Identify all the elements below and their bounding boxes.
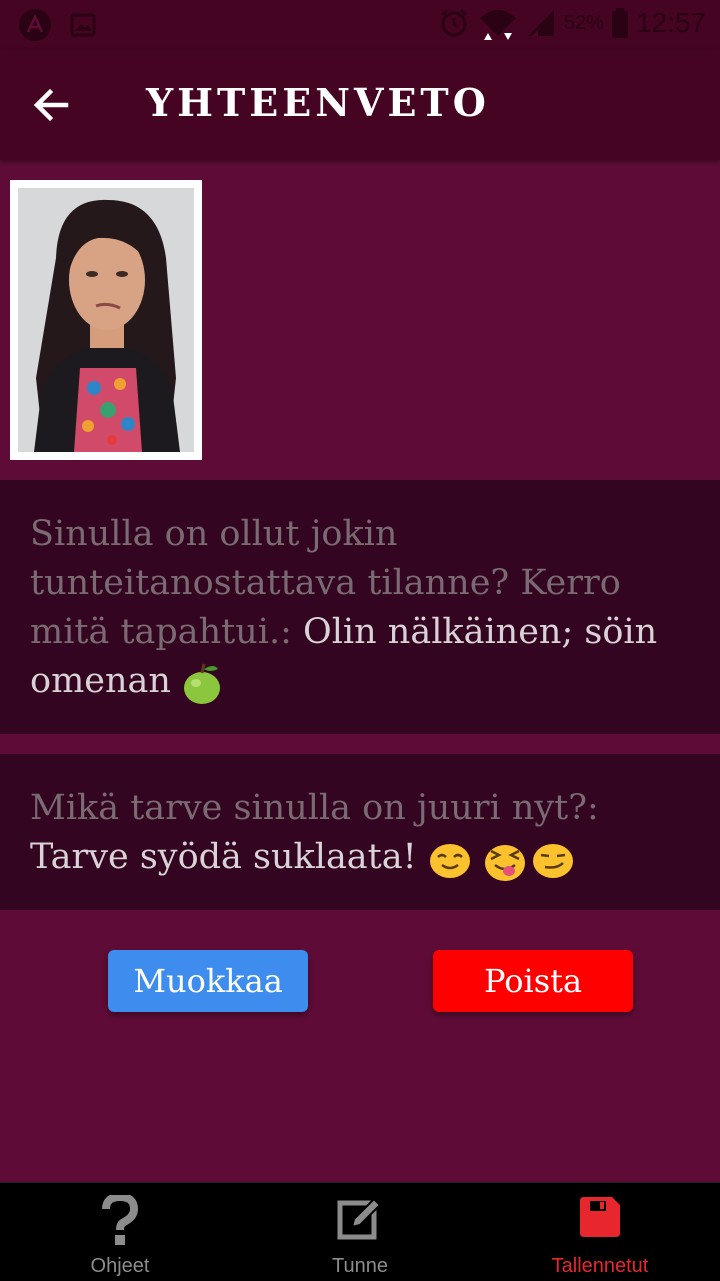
nav-item-ohjeet[interactable]: Ohjeet: [0, 1183, 240, 1281]
app-header: YHTEENVETO: [0, 50, 720, 160]
nav-item-tunne[interactable]: Tunne: [240, 1183, 480, 1281]
alarm-icon: [440, 8, 467, 37]
save-icon: [580, 1197, 620, 1237]
emotion-photo: [10, 180, 202, 460]
arrow-left-icon: [33, 88, 69, 122]
help-icon: [102, 1195, 139, 1245]
clock: 12:57: [635, 7, 706, 38]
battery-icon: [611, 8, 628, 38]
nav-item-tallennetut[interactable]: Tallennetut: [480, 1183, 720, 1281]
image-notification-icon: [70, 13, 96, 37]
answer-text: Tarve syödä suklaata!: [30, 837, 428, 877]
back-button[interactable]: [30, 83, 74, 127]
green-apple-icon: [184, 663, 221, 704]
edit-icon: [337, 1197, 382, 1240]
woman-face-image: [18, 188, 194, 452]
nav-label: Ohjeet: [90, 1255, 150, 1277]
app-notification-icon: [19, 9, 51, 41]
question-text: Mikä tarve sinulla on juuri nyt?:: [30, 788, 599, 828]
delete-button[interactable]: Poista: [433, 950, 633, 1012]
nav-label: Tallennetut: [551, 1255, 649, 1277]
smirking-face-icon: [532, 843, 573, 878]
smiling-face-icon: [429, 843, 470, 878]
nav-label: Tunne: [332, 1255, 388, 1277]
signal-icon: [527, 10, 554, 36]
edit-button[interactable]: Muokkaa: [108, 950, 308, 1012]
tongue-out-face-icon: [484, 844, 525, 881]
battery-percent: 52%: [563, 11, 604, 34]
bottom-navigation: Ohjeet Tunne Tallennetut: [0, 1182, 720, 1281]
summary-card-need: Mikä tarve sinulla on juuri nyt?: Tarve …: [0, 754, 720, 910]
page-title: YHTEENVETO: [146, 80, 490, 125]
wifi-icon: [479, 10, 516, 40]
status-bar: 52% 12:57: [0, 0, 720, 50]
summary-card-situation: Sinulla on ollut jokin tunteitanostattav…: [0, 480, 720, 734]
